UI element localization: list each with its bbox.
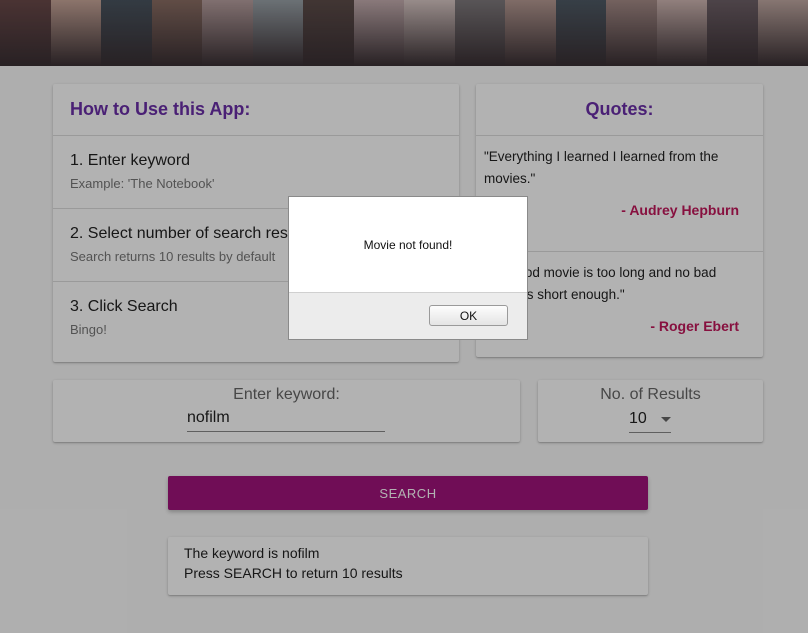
alert-message: Movie not found! <box>363 237 453 252</box>
alert-dialog: Movie not found! OK <box>288 196 528 340</box>
ok-button[interactable]: OK <box>429 305 508 326</box>
alert-footer: OK <box>289 292 527 339</box>
